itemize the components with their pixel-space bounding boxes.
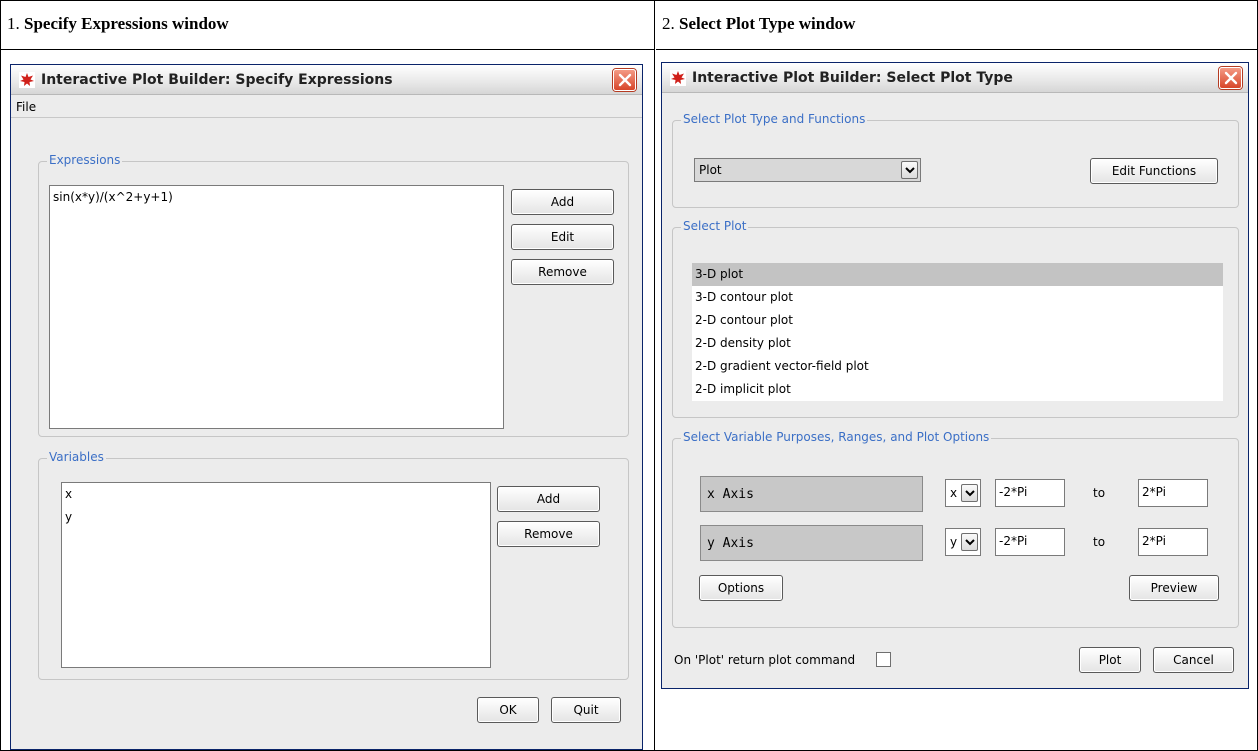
column-number: 1. bbox=[7, 14, 20, 33]
y-to-field[interactable]: 2*Pi bbox=[1138, 528, 1208, 556]
to-label: to bbox=[1093, 486, 1106, 500]
x-from-field[interactable]: -2*Pi bbox=[995, 479, 1065, 507]
menu-bar: File bbox=[11, 96, 642, 118]
specify-expressions-window: Interactive Plot Builder: Specify Expres… bbox=[10, 64, 643, 750]
plot-type-value: Plot bbox=[699, 163, 722, 177]
list-item[interactable]: 2-D gradient vector-field plot bbox=[692, 355, 1223, 378]
quit-button[interactable]: Quit bbox=[551, 697, 621, 723]
x-axis-label: x Axis bbox=[700, 476, 923, 512]
cancel-button[interactable]: Cancel bbox=[1153, 647, 1234, 673]
plot-button[interactable]: Plot bbox=[1079, 647, 1141, 673]
x-var-select[interactable]: x bbox=[945, 479, 981, 507]
x-var-value: x bbox=[950, 486, 958, 500]
close-button[interactable] bbox=[613, 69, 636, 91]
list-item[interactable]: 2-D density plot bbox=[692, 332, 1223, 355]
chevron-down-icon[interactable] bbox=[961, 533, 978, 551]
y-var-select[interactable]: y bbox=[945, 528, 981, 556]
plot-type-select[interactable]: Plot bbox=[694, 158, 921, 182]
plot-type-legend: Select Plot Type and Functions bbox=[681, 112, 868, 126]
column-heading: 2. Select Plot Type window bbox=[656, 1, 1257, 50]
window-title: Interactive Plot Builder: Specify Expres… bbox=[41, 72, 393, 88]
add-variable-button[interactable]: Add bbox=[497, 486, 600, 512]
title-bar[interactable]: Interactive Plot Builder: Specify Expres… bbox=[11, 65, 642, 95]
column-title: Select Plot Type window bbox=[679, 14, 856, 33]
column-specify-expressions: 1. Specify Expressions window Interactiv… bbox=[1, 1, 655, 750]
to-label: to bbox=[1093, 535, 1106, 549]
title-bar[interactable]: Interactive Plot Builder: Select Plot Ty… bbox=[662, 63, 1248, 93]
menu-file[interactable]: File bbox=[16, 100, 36, 114]
variable-purposes-legend: Select Variable Purposes, Ranges, and Pl… bbox=[681, 430, 992, 444]
select-plot-legend: Select Plot bbox=[681, 219, 749, 233]
y-axis-label: y Axis bbox=[700, 525, 923, 561]
select-plot-type-window: Interactive Plot Builder: Select Plot Ty… bbox=[661, 62, 1249, 689]
options-button[interactable]: Options bbox=[699, 575, 783, 601]
expressions-group: Expressions sin(x*y)/(x^2+y+1) Add Edit … bbox=[38, 153, 629, 437]
close-icon bbox=[1224, 71, 1238, 85]
chevron-down-icon[interactable] bbox=[901, 161, 918, 179]
maple-leaf-icon bbox=[670, 70, 686, 86]
maple-leaf-icon bbox=[19, 72, 35, 88]
edit-expression-button[interactable]: Edit bbox=[511, 224, 614, 250]
chevron-down-icon[interactable] bbox=[961, 484, 978, 502]
list-item[interactable]: x bbox=[62, 483, 490, 506]
return-command-label: On 'Plot' return plot command bbox=[674, 653, 856, 667]
return-command-checkbox[interactable] bbox=[876, 652, 891, 667]
close-icon bbox=[618, 73, 632, 87]
add-expression-button[interactable]: Add bbox=[511, 189, 614, 215]
variables-legend: Variables bbox=[47, 450, 106, 464]
variables-list[interactable]: x y bbox=[61, 482, 491, 668]
column-heading: 1. Specify Expressions window bbox=[1, 1, 654, 50]
plot-list[interactable]: 3-D plot 3-D contour plot 2-D contour pl… bbox=[692, 263, 1223, 401]
x-to-field[interactable]: 2*Pi bbox=[1138, 479, 1208, 507]
list-item[interactable]: y bbox=[62, 506, 490, 529]
close-button[interactable] bbox=[1219, 67, 1242, 89]
ok-button[interactable]: OK bbox=[477, 697, 539, 723]
list-item[interactable]: 3-D plot bbox=[692, 263, 1223, 286]
list-item[interactable]: 3-D contour plot bbox=[692, 286, 1223, 309]
column-number: 2. bbox=[662, 14, 675, 33]
remove-variable-button[interactable]: Remove bbox=[497, 521, 600, 547]
y-var-value: y bbox=[950, 535, 958, 549]
column-title: Specify Expressions window bbox=[24, 14, 229, 33]
column-select-plot-type: 2. Select Plot Type window Interactive P… bbox=[656, 1, 1257, 750]
list-item[interactable]: 2-D contour plot bbox=[692, 309, 1223, 332]
list-item[interactable]: sin(x*y)/(x^2+y+1) bbox=[50, 186, 503, 209]
window-title: Interactive Plot Builder: Select Plot Ty… bbox=[692, 70, 1013, 86]
remove-expression-button[interactable]: Remove bbox=[511, 259, 614, 285]
y-from-field[interactable]: -2*Pi bbox=[995, 528, 1065, 556]
variable-purposes-group: Select Variable Purposes, Ranges, and Pl… bbox=[672, 430, 1239, 628]
document-table: 1. Specify Expressions window Interactiv… bbox=[0, 0, 1258, 751]
select-plot-group: Select Plot 3-D plot 3-D contour plot 2-… bbox=[672, 219, 1239, 418]
preview-button[interactable]: Preview bbox=[1129, 575, 1219, 601]
expressions-list[interactable]: sin(x*y)/(x^2+y+1) bbox=[49, 185, 504, 429]
plot-type-group: Select Plot Type and Functions Plot Edit… bbox=[672, 112, 1239, 208]
variables-group: Variables x y Add Remove bbox=[38, 450, 629, 680]
list-item[interactable]: 2-D implicit plot bbox=[692, 378, 1223, 401]
edit-functions-button[interactable]: Edit Functions bbox=[1090, 158, 1218, 184]
expressions-legend: Expressions bbox=[47, 153, 123, 167]
